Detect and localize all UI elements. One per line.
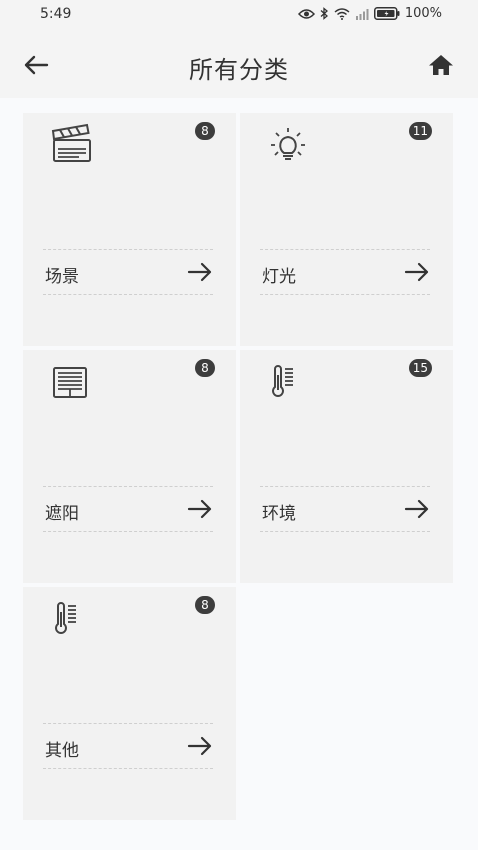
count-badge: 11: [408, 122, 432, 140]
home-button[interactable]: [426, 51, 456, 79]
bluetooth-icon: [320, 7, 329, 20]
clapperboard-icon: [49, 123, 95, 165]
category-card-lighting[interactable]: 11 灯光: [240, 113, 453, 346]
thermometer-icon: [266, 360, 312, 402]
category-grid: 8 场景 11 灯光 8 遮阳 15 环境 8 其他: [23, 113, 455, 820]
battery-percent: 100%: [404, 6, 442, 21]
arrow-right-icon: [187, 498, 213, 520]
category-row: 场景: [43, 249, 213, 295]
status-bar: 5:49 100%: [0, 0, 478, 32]
signal-icon: [355, 8, 369, 20]
count-badge: 8: [195, 122, 215, 140]
category-label: 灯光: [262, 267, 296, 287]
wifi-icon: [334, 7, 350, 20]
blind-icon: [49, 360, 95, 402]
category-label: 环境: [262, 504, 296, 524]
thermometer-icon: [49, 597, 95, 639]
arrow-right-icon: [187, 261, 213, 283]
home-icon: [426, 55, 456, 83]
category-card-scene[interactable]: 8 场景: [23, 113, 236, 346]
category-label: 遮阳: [45, 504, 79, 524]
category-card-shading[interactable]: 8 遮阳: [23, 350, 236, 583]
lightbulb-icon: [266, 123, 312, 165]
count-badge: 8: [195, 359, 215, 377]
category-row: 其他: [43, 723, 213, 769]
count-badge: 15: [408, 359, 432, 377]
arrow-right-icon: [404, 498, 430, 520]
count-badge: 8: [195, 596, 215, 614]
category-label: 场景: [45, 267, 79, 287]
arrow-right-icon: [187, 735, 213, 757]
header: 所有分类: [0, 32, 478, 98]
battery-icon: [373, 7, 400, 20]
category-row: 遮阳: [43, 486, 213, 532]
category-row: 环境: [260, 486, 430, 532]
category-row: 灯光: [260, 249, 430, 295]
page-title: 所有分类: [189, 56, 289, 84]
category-label: 其他: [45, 741, 79, 761]
arrow-right-icon: [404, 261, 430, 283]
eye-icon: [297, 8, 315, 20]
status-icons: 100%: [297, 6, 442, 21]
status-time: 5:49: [40, 6, 72, 22]
category-card-other[interactable]: 8 其他: [23, 587, 236, 820]
category-card-environment[interactable]: 15 环境: [240, 350, 453, 583]
